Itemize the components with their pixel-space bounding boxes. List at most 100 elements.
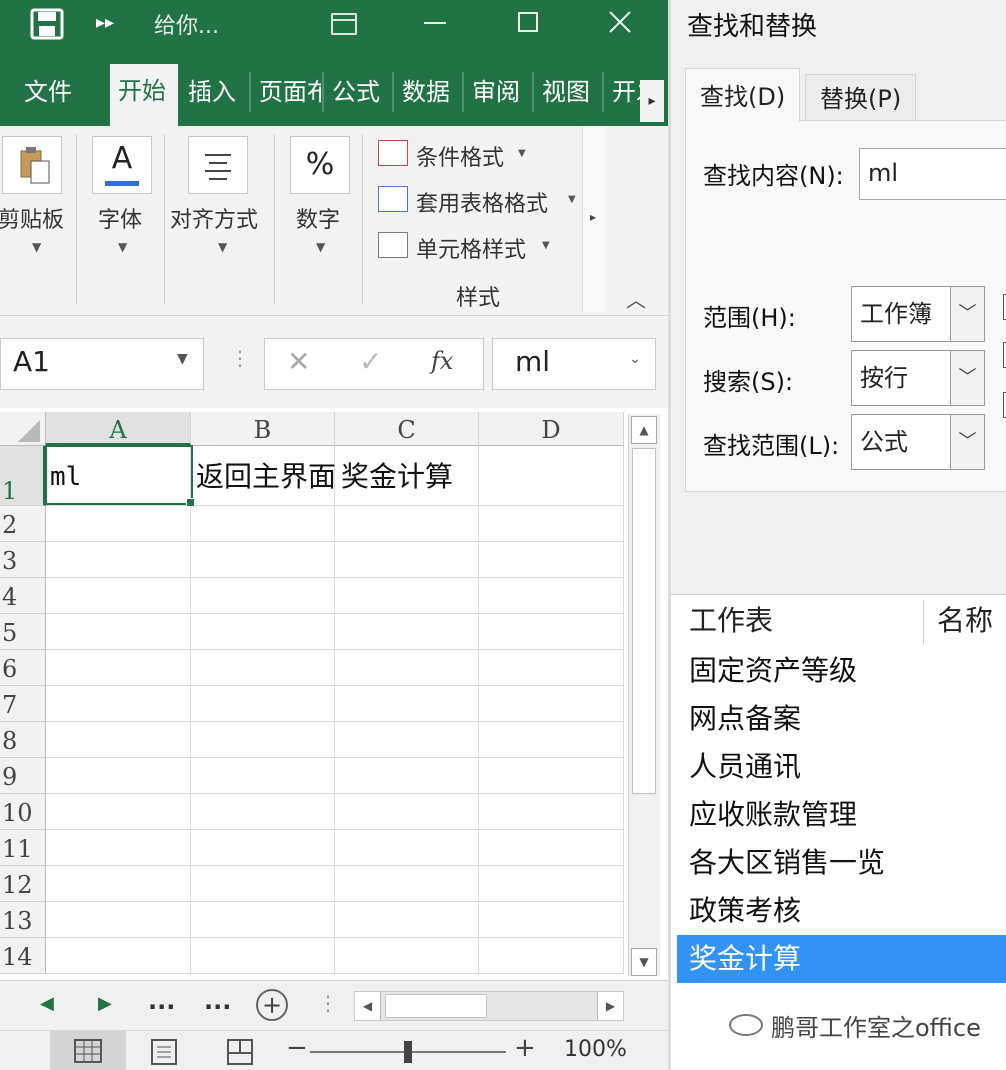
drag-handle-icon[interactable]: ⋮ (230, 346, 250, 370)
number-dropdown-icon[interactable]: ▼ (316, 240, 325, 254)
within-select[interactable]: 工作簿 ﹀ (851, 286, 985, 342)
zoom-in-icon[interactable]: + (514, 1033, 536, 1063)
paste-button[interactable] (2, 136, 62, 194)
row-header[interactable]: 13 (0, 902, 46, 938)
cancel-icon[interactable]: ✕ (287, 345, 310, 378)
add-sheet-icon[interactable]: + (256, 989, 288, 1021)
tab-data[interactable]: 数据 (394, 74, 460, 126)
more-sheets-right[interactable]: ... (204, 987, 231, 1015)
tabs-scroll-right-icon[interactable]: ▸ (640, 80, 664, 122)
quick-access-more-icon[interactable]: ▸▸ (96, 12, 114, 33)
zoom-level[interactable]: 100% (564, 1037, 627, 1062)
result-item[interactable]: 网点备案 (677, 695, 1006, 743)
row-header[interactable]: 10 (0, 794, 46, 830)
alignment-button[interactable] (188, 136, 248, 194)
result-item[interactable]: 各大区销售一览 (677, 839, 1006, 887)
page-break-view-icon[interactable] (226, 1039, 254, 1065)
fill-handle[interactable] (186, 498, 195, 507)
results-header-divider (923, 600, 924, 644)
tab-review[interactable]: 审阅 (464, 74, 530, 126)
enter-icon[interactable]: ✓ (359, 345, 382, 378)
column-header-c[interactable]: C (335, 412, 479, 446)
ribbon: 剪贴板 ▼ A 字体 ▼ 对齐方式 ▼ % 数字 ▼ 条件格式 ▼ 套用表格格式… (0, 126, 668, 316)
horizontal-scrollbar[interactable]: ◀ ▶ (354, 991, 624, 1021)
splitter-icon[interactable]: ⋮ (318, 991, 338, 1015)
row-header[interactable]: 1 (0, 446, 46, 506)
zoom-slider-thumb[interactable] (404, 1041, 412, 1063)
row-header[interactable]: 2 (0, 506, 46, 542)
horizontal-scroll-thumb[interactable] (385, 994, 487, 1018)
find-what-input[interactable]: ml (859, 148, 1006, 200)
number-button[interactable]: % (290, 136, 350, 194)
row-header[interactable]: 9 (0, 758, 46, 794)
column-header-a[interactable]: A (46, 412, 191, 446)
row-header[interactable]: 4 (0, 578, 46, 614)
row-header[interactable]: 8 (0, 722, 46, 758)
formula-input[interactable]: ml ⌄ (492, 338, 656, 390)
maximize-icon[interactable] (518, 12, 538, 32)
alignment-dropdown-icon[interactable]: ▼ (218, 240, 227, 254)
scroll-right-icon[interactable]: ▶ (597, 992, 623, 1020)
select-all-corner[interactable] (0, 412, 46, 446)
font-button[interactable]: A (92, 136, 152, 194)
result-item[interactable]: 政策考核 (677, 887, 1006, 935)
tab-replace[interactable]: 替换(P) (805, 74, 917, 122)
insert-function-icon[interactable]: fx (431, 347, 453, 375)
result-item[interactable]: 应收账款管理 (677, 791, 1006, 839)
align-center-icon (205, 154, 231, 180)
cell-b1[interactable]: 返回主界面 (196, 448, 336, 506)
row-header[interactable]: 12 (0, 866, 46, 902)
results-header-name[interactable]: 名称 (937, 598, 993, 644)
prev-sheet-icon[interactable]: ◀ (40, 993, 54, 1014)
tab-developer[interactable]: 开发 (604, 74, 642, 126)
close-icon[interactable] (608, 10, 632, 34)
zoom-out-icon[interactable]: − (286, 1033, 308, 1063)
watermark-text: 鹏哥工作室之office (771, 1014, 981, 1042)
results-header-sheet[interactable]: 工作表 (689, 598, 773, 644)
look-in-select[interactable]: 公式 ﹀ (851, 414, 985, 470)
more-sheets-left[interactable]: ... (148, 987, 175, 1015)
grid-row-line (46, 577, 624, 578)
search-select[interactable]: 按行 ﹀ (851, 350, 985, 406)
vertical-scroll-thumb[interactable] (632, 448, 656, 794)
scroll-up-icon[interactable]: ▲ (631, 416, 657, 444)
minimize-icon[interactable] (424, 22, 446, 24)
name-box-dropdown-icon[interactable]: ▼ (177, 351, 188, 367)
save-icon[interactable] (30, 8, 64, 40)
row-header[interactable]: 5 (0, 614, 46, 650)
row-header[interactable]: 7 (0, 686, 46, 722)
scroll-down-icon[interactable]: ▼ (631, 948, 657, 976)
clipboard-dropdown-icon[interactable]: ▼ (32, 240, 41, 254)
expand-formula-icon[interactable]: ⌄ (629, 351, 641, 367)
vertical-scrollbar[interactable]: ▲ ▼ (628, 414, 660, 976)
name-box[interactable]: A1 ▼ (0, 338, 204, 390)
tab-home[interactable]: 开始 (110, 64, 178, 126)
result-item[interactable]: 人员通讯 (677, 743, 1006, 791)
result-item[interactable]: 固定资产等级 (677, 647, 1006, 695)
row-header[interactable]: 6 (0, 650, 46, 686)
next-sheet-icon[interactable]: ▶ (98, 993, 112, 1014)
tab-view[interactable]: 视图 (534, 74, 600, 126)
column-header-d[interactable]: D (479, 412, 624, 446)
normal-view-button[interactable] (50, 1031, 126, 1070)
ribbon-display-icon[interactable] (330, 12, 358, 36)
tab-insert[interactable]: 插入 (180, 74, 246, 126)
result-item[interactable]: 奖金计算 (677, 935, 1006, 983)
column-header-b[interactable]: B (191, 412, 335, 446)
collapse-ribbon-icon[interactable]: ︿ (626, 284, 646, 313)
ribbon-scroll-right-icon[interactable]: ▸ (590, 210, 596, 224)
chevron-down-icon: ﹀ (950, 415, 984, 469)
row-header[interactable]: 14 (0, 938, 46, 974)
tab-page-layout[interactable]: 页面布 (251, 74, 321, 126)
page-layout-view-icon[interactable] (150, 1039, 178, 1065)
scroll-left-icon[interactable]: ◀ (355, 992, 381, 1020)
tab-find[interactable]: 查找(D) (685, 68, 801, 122)
tab-file[interactable]: 文件 (16, 74, 80, 126)
font-dropdown-icon[interactable]: ▼ (118, 240, 127, 254)
font-group-label: 字体 (98, 208, 143, 233)
tab-formulas[interactable]: 公式 (324, 74, 390, 126)
row-header[interactable]: 11 (0, 830, 46, 866)
within-label: 范围(H): (703, 304, 796, 332)
row-header[interactable]: 3 (0, 542, 46, 578)
cell-c1[interactable]: 奖金计算 (341, 448, 541, 506)
